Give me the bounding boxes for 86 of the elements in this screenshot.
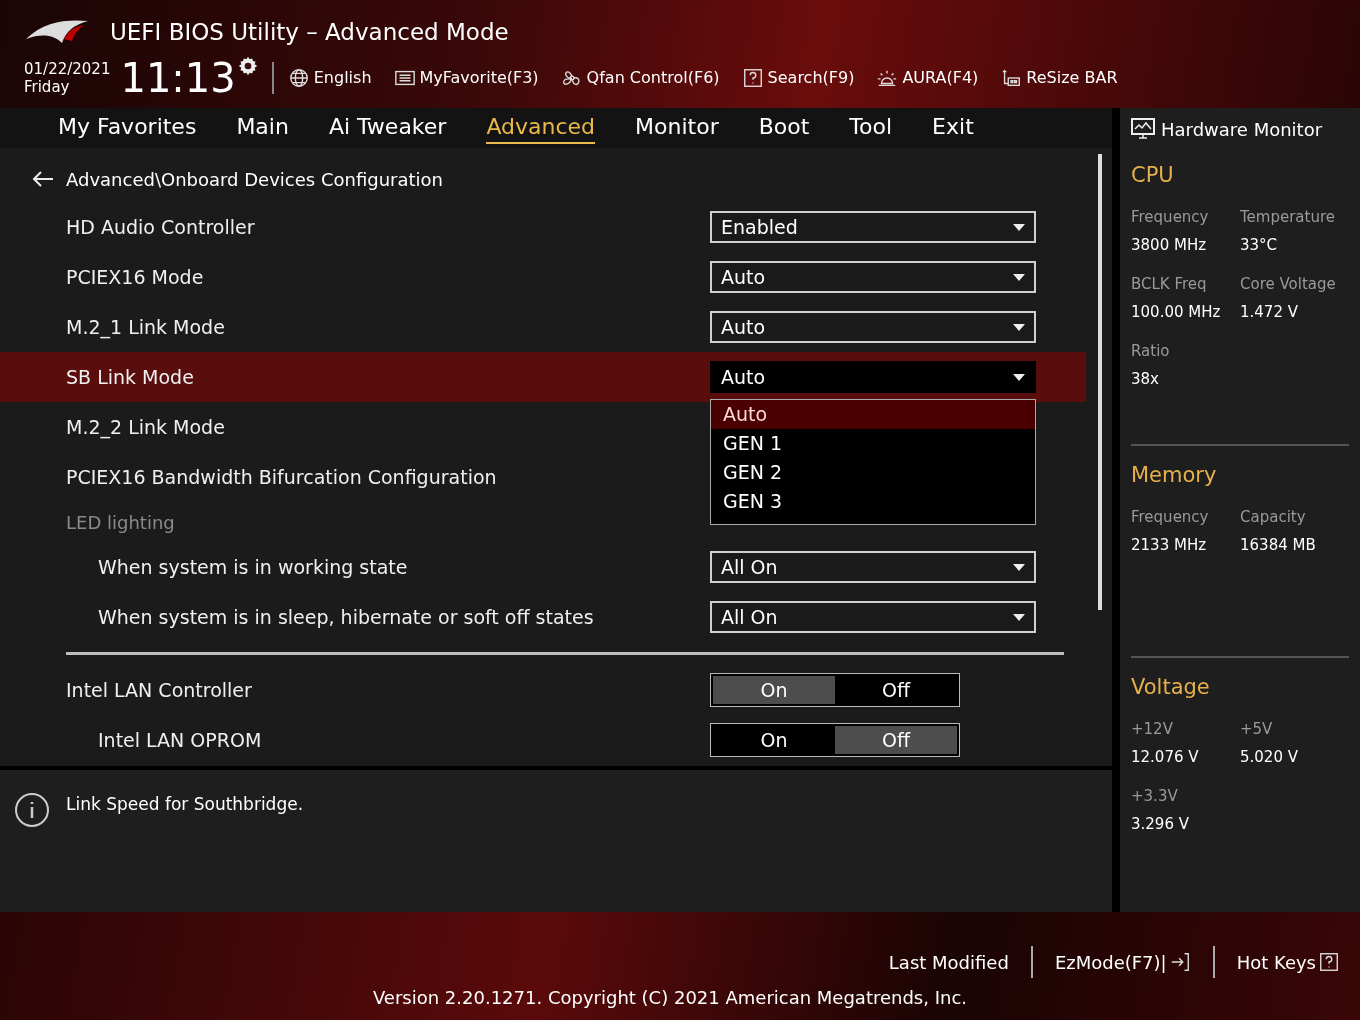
- dropdown[interactable]: Auto: [710, 311, 1036, 343]
- reading-value: 1.472 V: [1240, 302, 1299, 323]
- dropdown-option[interactable]: Auto: [711, 400, 1035, 429]
- help-icon: [741, 67, 764, 89]
- reading-label: Temperature: [1240, 206, 1337, 228]
- reading-value: 2133 MHz: [1131, 535, 1208, 556]
- menu-tab[interactable]: Tool: [849, 112, 893, 144]
- version-text: Version 2.20.1271. Copyright (C) 2021 American Megatrends, Inc.: [372, 986, 968, 1010]
- group-title: CPU: [1131, 162, 1175, 189]
- date-text: 01/22/2021: [24, 60, 111, 78]
- back-arrow-icon[interactable]: [32, 170, 54, 188]
- reading-value: 38x: [1131, 369, 1160, 390]
- dropdown[interactable]: Auto: [710, 361, 1036, 393]
- clock-time: 11:13: [120, 56, 236, 100]
- chip-icon: [1000, 67, 1023, 89]
- menu-tab[interactable]: My Favorites: [58, 112, 197, 144]
- reading-label: Ratio: [1131, 340, 1171, 362]
- setting-label: Intel LAN Controller: [66, 677, 252, 703]
- group-title: Voltage: [1131, 674, 1211, 701]
- setting-label: Intel LAN OPROM: [98, 727, 262, 753]
- reading-label: +12V: [1131, 718, 1174, 740]
- window-title: UEFI BIOS Utility – Advanced Mode: [110, 17, 509, 47]
- caret-icon: [1013, 323, 1025, 331]
- setting-label: M.2_1 Link Mode: [66, 314, 225, 341]
- dropdown-option[interactable]: GEN 1: [711, 429, 1035, 458]
- submenu-link[interactable]: PCIEX16 Bandwidth Bifurcation Configuration: [66, 462, 497, 492]
- toolbar-button[interactable]: ReSize BAR: [1000, 66, 1118, 90]
- toolbar-button[interactable]: MyFavorite(F3): [393, 66, 539, 90]
- caret-icon: [1013, 563, 1025, 571]
- reading-label: Frequency: [1131, 206, 1210, 228]
- dropdown-option[interactable]: GEN 3: [711, 487, 1035, 516]
- setting-label: PCIEX16 Mode: [66, 264, 204, 290]
- info-icon: [14, 792, 50, 828]
- caret-icon: [1013, 273, 1025, 281]
- menu-tab[interactable]: Main: [236, 112, 289, 144]
- footer-button[interactable]: EzMode(F7)|: [1054, 948, 1191, 976]
- toggle-switch[interactable]: On Off: [710, 673, 960, 707]
- group-title: Memory: [1131, 462, 1218, 489]
- footer-button[interactable]: Hot Keys: [1236, 948, 1340, 976]
- toggle-switch[interactable]: On Off: [710, 723, 960, 757]
- reading-label: Frequency: [1131, 506, 1210, 528]
- help-icon: [1318, 951, 1340, 973]
- reading-value: 5.020 V: [1240, 747, 1299, 768]
- caret-icon: [1013, 613, 1025, 621]
- setting-label: When system is in working state: [98, 554, 408, 580]
- reading-label: Core Voltage: [1240, 273, 1337, 295]
- menu-tab[interactable]: Advanced: [486, 112, 596, 144]
- reading-value: 12.076 V: [1131, 747, 1200, 768]
- section-label: LED lighting: [66, 510, 175, 535]
- setting-label: HD Audio Controller: [66, 214, 255, 240]
- caret-icon: [1013, 223, 1025, 231]
- globe-icon: [287, 67, 310, 89]
- menu-tab[interactable]: Exit: [932, 112, 974, 144]
- toolbar-button[interactable]: AURA(F4): [876, 66, 979, 90]
- reading-label: BCLK Freq: [1131, 273, 1208, 295]
- breadcrumb: Advanced\Onboard Devices Configuration: [66, 167, 443, 192]
- toolbar-button[interactable]: English: [287, 66, 372, 90]
- toolbar-button[interactable]: Search(F9): [741, 66, 855, 90]
- caret-icon: [1013, 373, 1025, 381]
- dropdown[interactable]: Auto: [710, 261, 1036, 293]
- menu-tab[interactable]: Monitor: [635, 112, 719, 144]
- submenu-link[interactable]: M.2_2 Link Mode: [66, 412, 225, 442]
- setting-label: SB Link Mode: [66, 364, 194, 390]
- reading-value: 33°C: [1240, 235, 1279, 256]
- dropdown-option[interactable]: GEN 2: [711, 458, 1035, 487]
- reading-value: 3.296 V: [1131, 814, 1190, 835]
- toolbar-button[interactable]: Qfan Control(F6): [560, 66, 720, 90]
- monitor-icon: [1131, 118, 1155, 140]
- reading-value: 16384 MB: [1240, 535, 1317, 556]
- dropdown[interactable]: Enabled: [710, 211, 1036, 243]
- setting-label: When system is in sleep, hibernate or soft off states: [98, 604, 594, 630]
- gear-icon[interactable]: [237, 56, 258, 76]
- reading-value: 100.00 MHz: [1131, 302, 1222, 323]
- scrollbar[interactable]: [1098, 154, 1102, 610]
- reading-label: +3.3V: [1131, 785, 1179, 807]
- reading-label: Capacity: [1240, 506, 1307, 528]
- footer-button[interactable]: Last Modified: [888, 948, 1009, 976]
- day-text: Friday: [24, 78, 71, 96]
- panel-title: Hardware Monitor: [1161, 117, 1323, 142]
- reading-value: 3800 MHz: [1131, 235, 1208, 256]
- reading-label: +5V: [1240, 718, 1274, 740]
- dropdown[interactable]: All On: [710, 551, 1036, 583]
- menu-tab[interactable]: Ai Tweaker: [328, 112, 447, 144]
- menu-tab[interactable]: Boot: [758, 112, 810, 144]
- dropdown[interactable]: All On: [710, 601, 1036, 633]
- help-text: Link Speed for Southbridge.: [66, 793, 304, 816]
